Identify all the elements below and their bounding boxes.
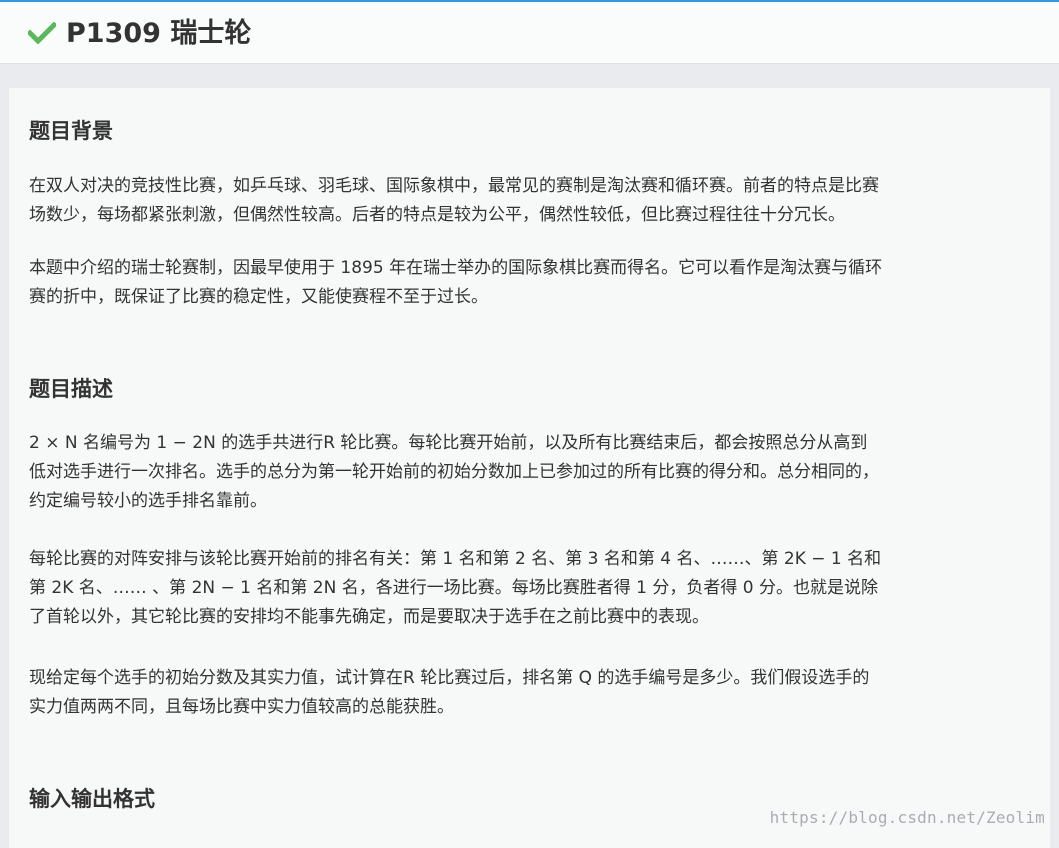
paragraph-line: 实力值两两不同，且每场比赛中实力值较高的总能获胜。 <box>29 697 454 717</box>
description-paragraph-2: 每轮比赛的对阵安排与该轮比赛开始前的排名有关：第 1 名和第 2 名、第 3 名… <box>29 545 1039 632</box>
problem-header: P1309 瑞士轮 <box>0 2 1059 64</box>
paragraph-line: 在双人对决的竞技性比赛，如乒乓球、羽毛球、国际象棋中，最常见的赛制是淘汰赛和循环… <box>29 176 879 196</box>
paragraph-line: 约定编号较小的选手排名靠前。 <box>29 491 267 511</box>
paragraph-line: 现给定每个选手的初始分数及其实力值，试计算在R 轮比赛过后，排名第 Q 的选手编… <box>29 668 870 688</box>
paragraph-line: 赛的折中，既保证了比赛的稳定性，又能使赛程不至于过长。 <box>29 287 488 307</box>
background-paragraph-1: 在双人对决的竞技性比赛，如乒乓球、羽毛球、国际象棋中，最常见的赛制是淘汰赛和循环… <box>29 172 1039 230</box>
section-title-description: 题目描述 <box>29 377 113 401</box>
page-title: P1309 瑞士轮 <box>66 18 252 49</box>
paragraph-line: 了首轮以外，其它轮比赛的安排均不能事先确定，而是要取决于选手在之前比赛中的表现。 <box>29 607 709 627</box>
description-paragraph-1: 2 × N 名编号为 1 − 2N 的选手共进行R 轮比赛。每轮比赛开始前，以及… <box>29 429 1039 516</box>
paragraph-line: 第 2K 名、…… 、第 2N − 1 名和第 2N 名，各进行一场比赛。每场比… <box>29 578 878 598</box>
paragraph-line: 场数少，每场都紧张刺激，但偶然性较高。后者的特点是较为公平，偶然性较低，但比赛过… <box>29 205 845 225</box>
paragraph-line: 低对选手进行一次排名。选手的总分为第一轮开始前的初始分数加上已参加过的所有比赛的… <box>29 462 879 482</box>
description-paragraph-3: 现给定每个选手的初始分数及其实力值，试计算在R 轮比赛过后，排名第 Q 的选手编… <box>29 664 1039 722</box>
watermark-text: https://blog.csdn.net/Zeolim <box>769 808 1045 827</box>
paragraph-line: 每轮比赛的对阵安排与该轮比赛开始前的排名有关：第 1 名和第 2 名、第 3 名… <box>29 549 882 569</box>
section-title-background: 题目背景 <box>29 119 113 143</box>
background-paragraph-2: 本题中介绍的瑞士轮赛制，因最早使用于 1895 年在瑞士举办的国际象棋比赛而得名… <box>29 254 1039 312</box>
check-icon <box>28 22 56 44</box>
section-title-io-format: 输入输出格式 <box>29 787 155 811</box>
paragraph-line: 本题中介绍的瑞士轮赛制，因最早使用于 1895 年在瑞士举办的国际象棋比赛而得名… <box>29 258 883 278</box>
problem-statement-card: 题目背景 在双人对决的竞技性比赛，如乒乓球、羽毛球、国际象棋中，最常见的赛制是淘… <box>9 88 1050 848</box>
paragraph-line: 2 × N 名编号为 1 − 2N 的选手共进行R 轮比赛。每轮比赛开始前，以及… <box>29 433 868 453</box>
